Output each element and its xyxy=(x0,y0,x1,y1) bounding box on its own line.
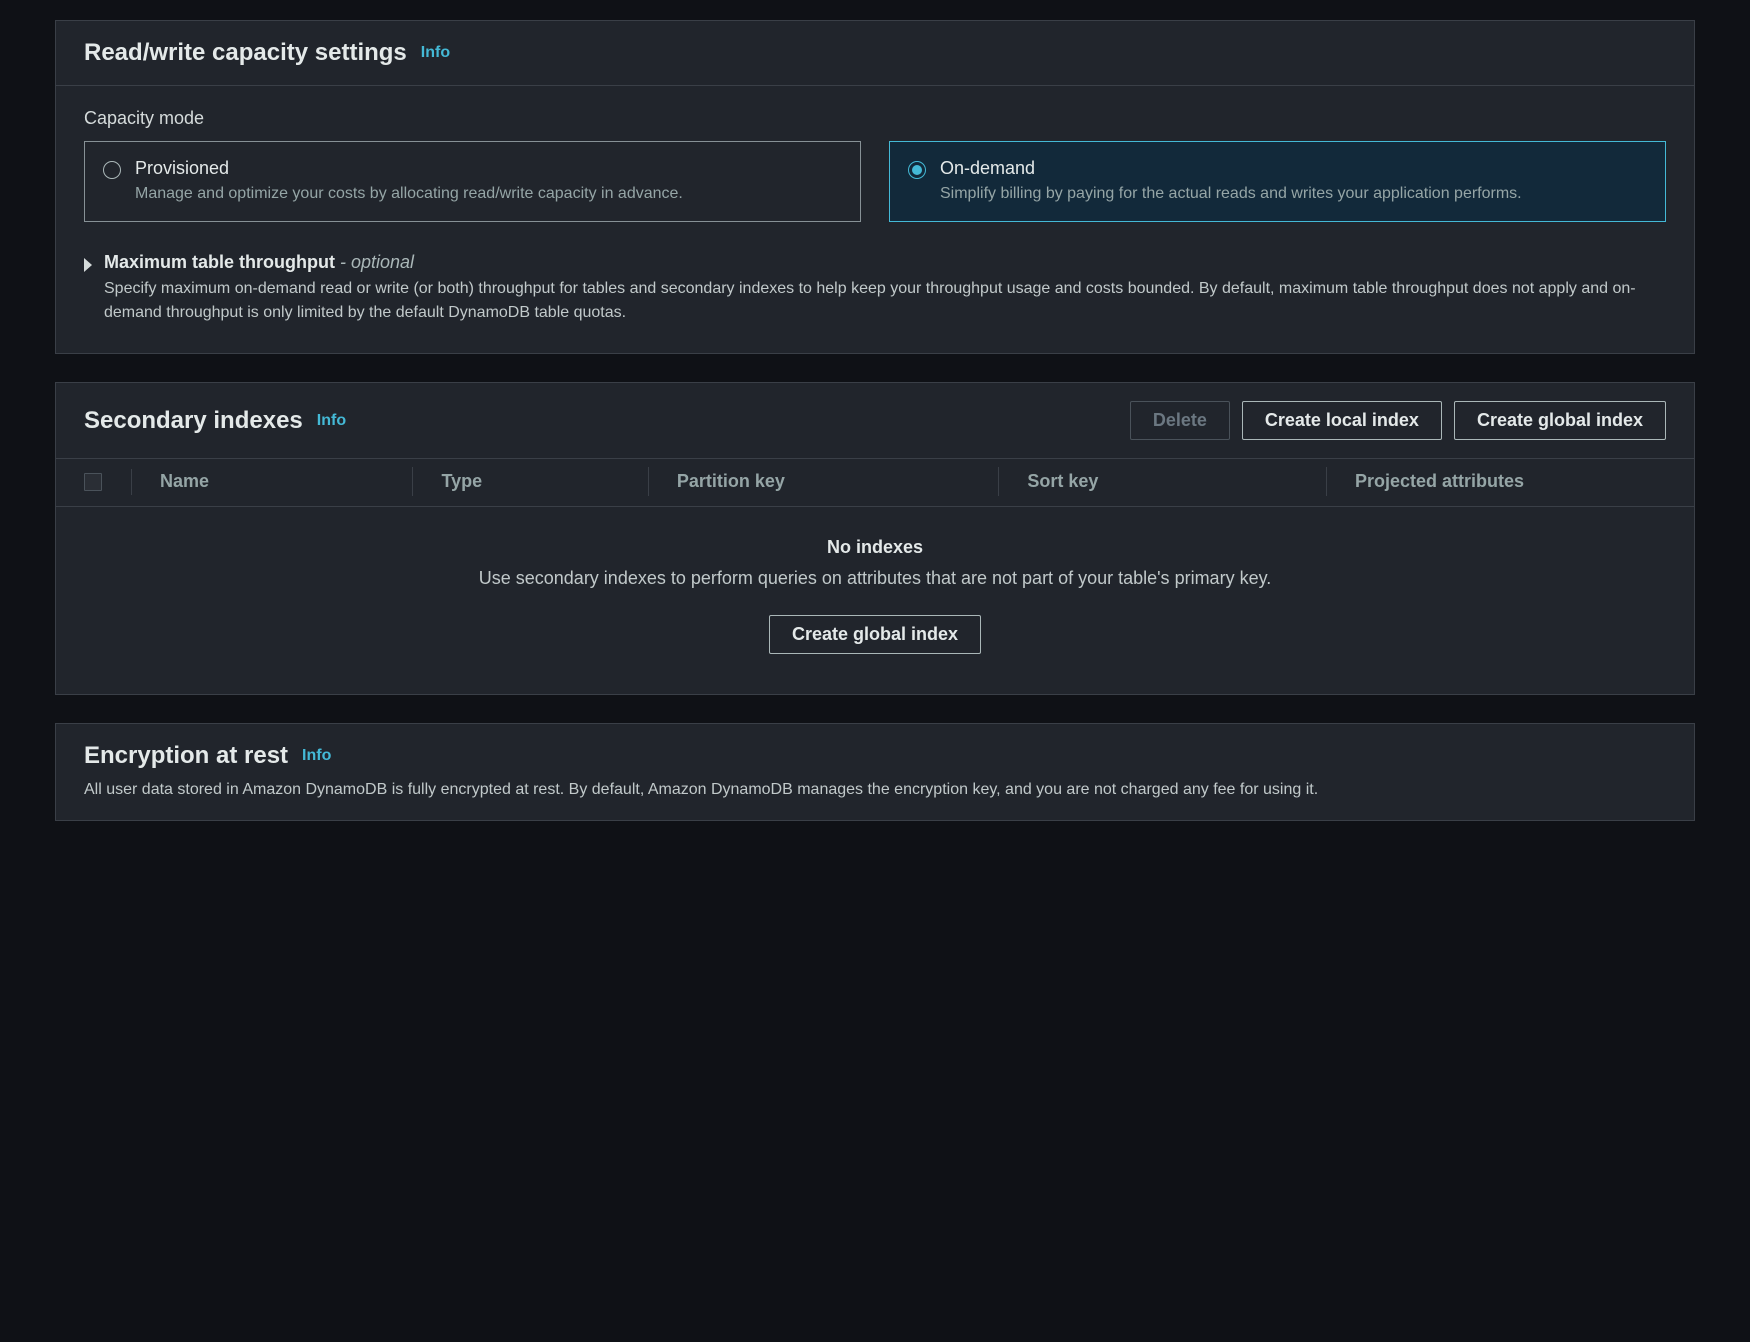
capacity-header: Read/write capacity settings Info xyxy=(56,21,1694,86)
encryption-title: Encryption at rest xyxy=(84,742,288,770)
radio-unselected-icon xyxy=(103,161,121,179)
capacity-panel: Read/write capacity settings Info Capaci… xyxy=(55,20,1695,354)
indexes-table-header: Name Type Partition key Sort key Project… xyxy=(56,459,1694,507)
delete-index-button: Delete xyxy=(1130,401,1230,440)
throughput-heading[interactable]: Maximum table throughput - optional xyxy=(104,252,1666,273)
ondemand-title: On-demand xyxy=(940,158,1522,179)
empty-title: No indexes xyxy=(76,537,1674,558)
indexes-empty-state: No indexes Use secondary indexes to perf… xyxy=(56,507,1694,694)
col-sort-key[interactable]: Sort key xyxy=(999,471,1327,492)
col-name[interactable]: Name xyxy=(132,471,413,492)
capacity-title: Read/write capacity settings xyxy=(84,39,407,67)
select-all-cell xyxy=(84,473,132,491)
radio-selected-icon xyxy=(908,161,926,179)
col-type[interactable]: Type xyxy=(413,471,648,492)
capacity-mode-label: Capacity mode xyxy=(84,108,1666,129)
empty-desc: Use secondary indexes to perform queries… xyxy=(76,568,1674,589)
throughput-section: Maximum table throughput - optional Spec… xyxy=(84,252,1666,325)
capacity-option-ondemand[interactable]: On-demand Simplify billing by paying for… xyxy=(889,141,1666,222)
caret-right-icon[interactable] xyxy=(84,258,92,272)
indexes-info-link[interactable]: Info xyxy=(317,412,346,430)
throughput-desc: Specify maximum on-demand read or write … xyxy=(104,277,1666,325)
encryption-info-link[interactable]: Info xyxy=(302,747,331,765)
select-all-checkbox[interactable] xyxy=(84,473,102,491)
throughput-title: Maximum table throughput xyxy=(104,252,335,272)
ondemand-desc: Simplify billing by paying for the actua… xyxy=(940,183,1522,205)
col-partition-key[interactable]: Partition key xyxy=(649,471,1000,492)
throughput-optional: - optional xyxy=(335,252,414,272)
indexes-title: Secondary indexes xyxy=(84,407,303,435)
create-global-index-button[interactable]: Create global index xyxy=(1454,401,1666,440)
indexes-panel: Secondary indexes Info Delete Create loc… xyxy=(55,382,1695,695)
empty-create-global-button[interactable]: Create global index xyxy=(769,615,981,654)
create-local-index-button[interactable]: Create local index xyxy=(1242,401,1442,440)
capacity-body: Capacity mode Provisioned Manage and opt… xyxy=(56,86,1694,353)
capacity-mode-options: Provisioned Manage and optimize your cos… xyxy=(84,141,1666,222)
provisioned-desc: Manage and optimize your costs by alloca… xyxy=(135,183,683,205)
encryption-header: Encryption at rest Info All user data st… xyxy=(56,724,1694,820)
capacity-info-link[interactable]: Info xyxy=(421,44,450,62)
capacity-option-provisioned[interactable]: Provisioned Manage and optimize your cos… xyxy=(84,141,861,222)
indexes-header: Secondary indexes Info Delete Create loc… xyxy=(56,383,1694,459)
encryption-desc: All user data stored in Amazon DynamoDB … xyxy=(84,778,1318,802)
provisioned-title: Provisioned xyxy=(135,158,683,179)
col-projected-attributes[interactable]: Projected attributes xyxy=(1327,471,1666,492)
encryption-panel: Encryption at rest Info All user data st… xyxy=(55,723,1695,821)
indexes-button-row: Delete Create local index Create global … xyxy=(1130,401,1666,440)
